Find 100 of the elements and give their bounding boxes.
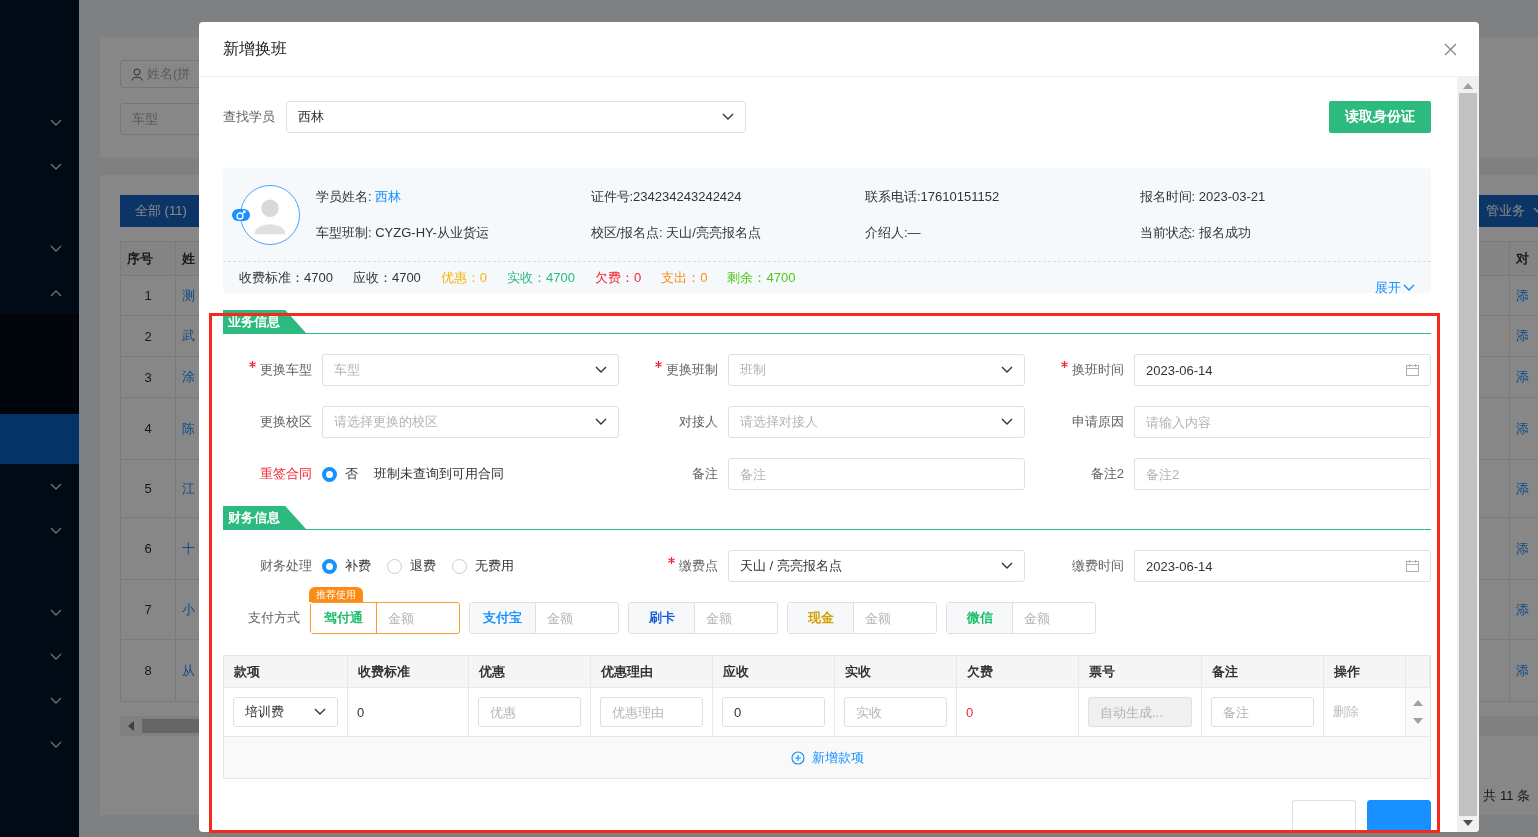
scroll-up-icon[interactable]	[1463, 83, 1473, 89]
fee-summary: 收费标准：4700	[239, 268, 333, 287]
select-field[interactable]: 班制	[728, 354, 1025, 386]
table-cell: 7	[144, 602, 152, 617]
table-cell: 0	[357, 704, 365, 720]
dialog-title: 新增换班	[223, 38, 287, 59]
table-cell: 5	[144, 481, 152, 496]
text-field[interactable]: 备注2	[1134, 458, 1431, 490]
payment-method[interactable]: 驾付通 金额	[310, 602, 460, 634]
chevron-down-icon	[50, 740, 62, 749]
field-label: 缴费时间	[1072, 557, 1124, 575]
filter-tab[interactable]: 全部 (11)	[120, 195, 202, 227]
table-link[interactable]: 涂	[182, 369, 195, 384]
table-link[interactable]: 添	[1516, 328, 1529, 343]
payment-name: 微信	[966, 609, 993, 627]
table-link[interactable]: 陈	[182, 420, 195, 436]
table-link[interactable]: 十	[182, 540, 195, 556]
close-icon[interactable]	[1444, 42, 1457, 56]
payment-name: 现金	[807, 609, 834, 627]
text-field[interactable]: 实收	[844, 697, 947, 727]
chevron-down-icon	[50, 482, 62, 491]
scroll-arrows-icon[interactable]	[1406, 688, 1430, 736]
table-link[interactable]: 添	[1516, 540, 1529, 556]
text-field[interactable]: 备注	[1211, 697, 1314, 727]
column-header: 收费标准	[348, 656, 469, 687]
caret-icon	[1001, 366, 1013, 374]
field-label: 财务处理	[260, 557, 312, 575]
caret-icon	[1001, 418, 1013, 426]
fee-summary: 支出：0	[661, 268, 708, 287]
info-text: 当前状态: 报名成功	[1139, 223, 1251, 242]
info-text: 介绍人:—	[865, 223, 921, 242]
scroll-left-icon[interactable]	[128, 721, 134, 731]
field-label: 更换校区	[260, 413, 312, 431]
table-link[interactable]: 小	[182, 601, 195, 617]
table-link[interactable]: 添	[1516, 480, 1529, 496]
select-field[interactable]: 请选择对接人	[728, 406, 1025, 438]
date-field[interactable]: 2023-06-14	[1134, 550, 1431, 582]
read-id-button[interactable]: 读取身份证	[1329, 101, 1431, 133]
calendar-icon	[1406, 364, 1419, 376]
text-field[interactable]: 优惠	[478, 697, 581, 727]
expand-link[interactable]: 展开	[1375, 279, 1415, 297]
chevron-down-icon	[50, 526, 62, 535]
student-select[interactable]: 西林	[286, 101, 746, 133]
confirm-button[interactable]	[1367, 800, 1431, 832]
radio-option[interactable]: 无费用	[452, 557, 514, 575]
table-link[interactable]: 添	[1516, 420, 1529, 436]
scroll-down-icon[interactable]	[1463, 820, 1473, 826]
field-label: 支付方式	[247, 609, 300, 627]
column-header: 优惠	[469, 656, 591, 687]
chevron-down-icon	[50, 652, 62, 661]
table-link[interactable]: 添	[1516, 601, 1529, 617]
select-field[interactable]: 培训费	[233, 697, 338, 727]
chevron-down-icon	[50, 696, 62, 705]
payment-method[interactable]: 支付宝 金额	[469, 602, 619, 634]
table-link[interactable]: 添	[1516, 369, 1529, 384]
section-title: 财务信息	[223, 506, 306, 529]
radio-option[interactable]: 退费	[387, 557, 436, 575]
payment-name: 驾付通	[324, 609, 363, 627]
radio-option[interactable]: 否	[322, 465, 358, 483]
text-field[interactable]: 0	[722, 697, 825, 727]
table-link[interactable]: 添	[1516, 287, 1529, 303]
info-text: 联系电话:17610151152	[865, 187, 1000, 206]
column-header: 备注	[1202, 656, 1324, 687]
chevron-down-icon	[50, 162, 62, 171]
field-label: 缴费点	[679, 557, 718, 575]
radio-option[interactable]: 补费	[322, 557, 371, 575]
table-link[interactable]: 测	[182, 287, 195, 303]
text-field[interactable]: 备注	[728, 458, 1025, 490]
table-link[interactable]: 武	[182, 328, 195, 343]
table-link[interactable]: 添	[1516, 662, 1529, 678]
select-field[interactable]: 天山 / 亮亮报名点	[728, 550, 1025, 582]
fee-summary: 实收：4700	[507, 268, 575, 287]
table-link[interactable]: 从	[182, 662, 195, 678]
fee-summary: 欠费：0	[595, 268, 642, 287]
vertical-scrollbar[interactable]	[1457, 77, 1479, 832]
info-label: 学员姓名:	[316, 187, 372, 206]
caret-icon	[722, 113, 734, 121]
table-link[interactable]: 江	[182, 480, 195, 496]
payment-method[interactable]: 微信 金额	[946, 602, 1096, 634]
add-item-link[interactable]: 新增款项	[790, 748, 864, 767]
column-header: 对	[1516, 250, 1529, 266]
payment-method[interactable]: 刷卡 金额	[628, 602, 778, 634]
caret-icon	[595, 418, 607, 426]
field-label: 备注2	[1090, 465, 1124, 483]
text-field[interactable]: 优惠理由	[600, 697, 703, 727]
cancel-button[interactable]	[1292, 800, 1356, 832]
field-label: 查找学员	[223, 108, 275, 126]
student-name-link[interactable]: 西林	[374, 187, 401, 206]
select-field[interactable]: 请选择更换的校区	[322, 406, 619, 438]
chevron-down-icon	[50, 118, 62, 127]
text-field[interactable]: 请输入内容	[1134, 406, 1431, 438]
payment-method[interactable]: 现金 金额	[787, 602, 937, 634]
info-text: 证件号:234234243242424	[590, 187, 742, 206]
table-cell: 4	[144, 421, 152, 436]
table-cell: 2	[144, 328, 152, 344]
table-cell: 3	[144, 369, 152, 385]
total-count: 共 11 条	[1483, 787, 1530, 805]
select-field[interactable]: 车型	[322, 354, 619, 386]
date-field[interactable]: 2023-06-14	[1134, 354, 1431, 386]
user-icon	[131, 67, 143, 81]
